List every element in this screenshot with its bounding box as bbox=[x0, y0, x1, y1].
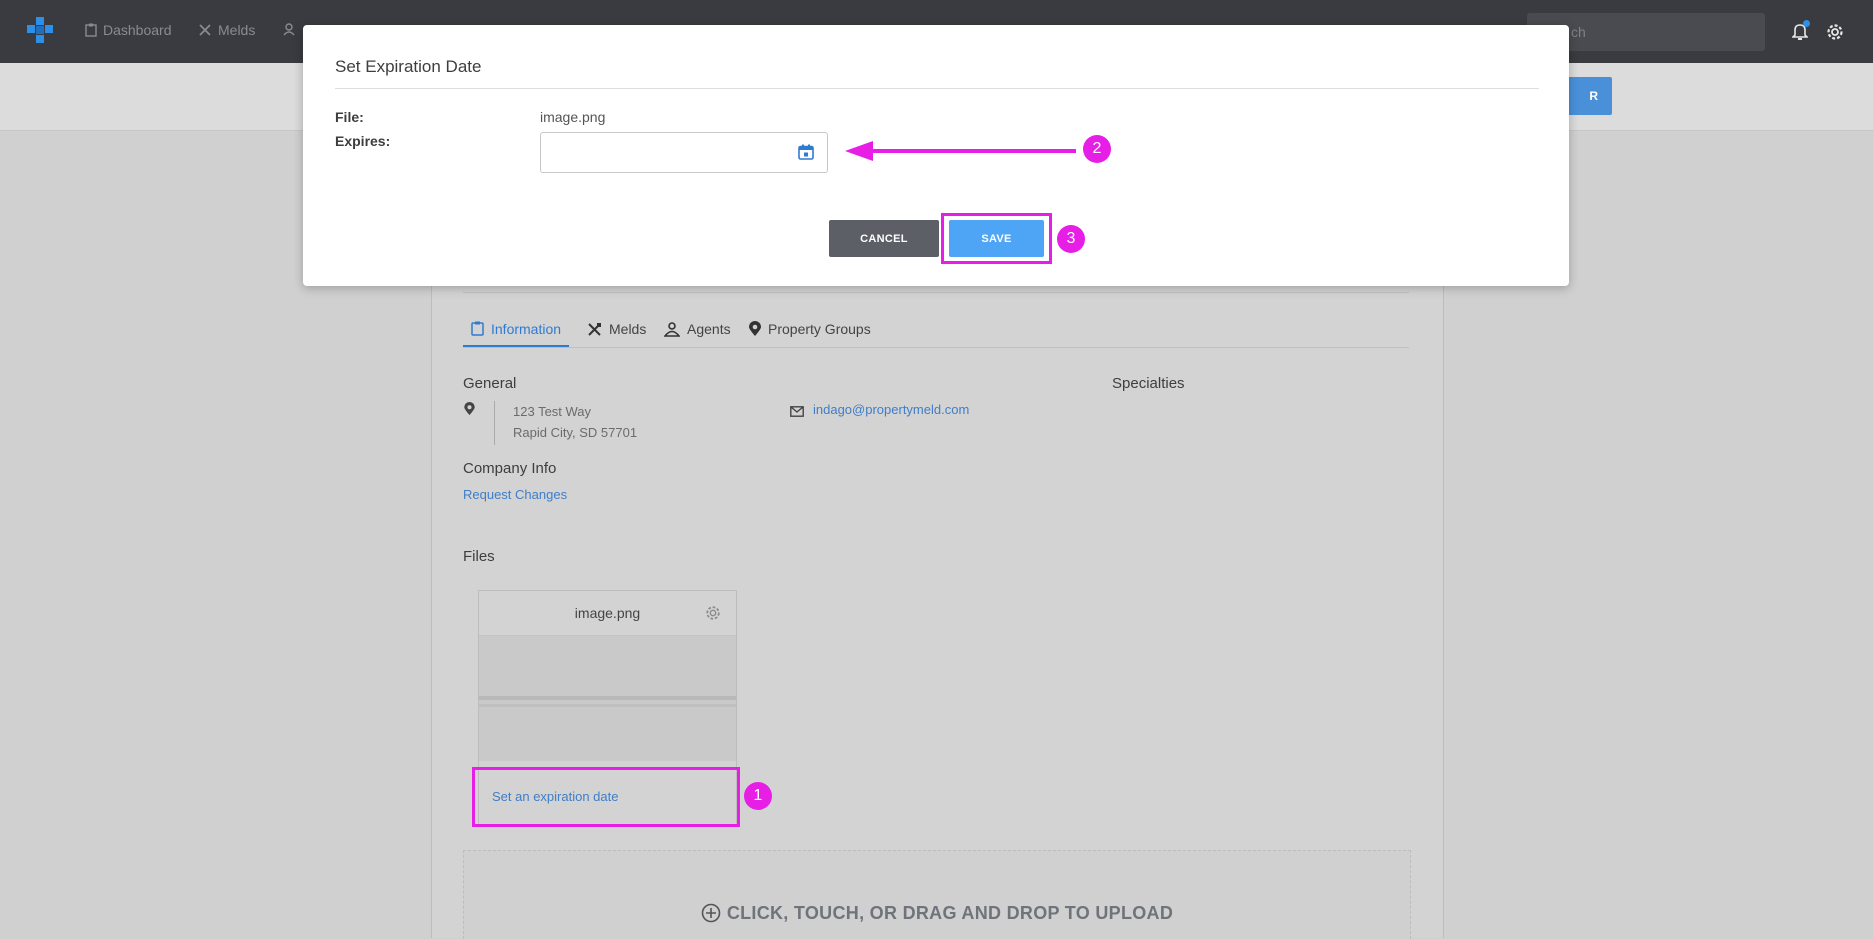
cancel-button[interactable]: CANCEL bbox=[829, 220, 939, 257]
upload-label: CLICK, TOUCH, OR DRAG AND DROP TO UPLOAD bbox=[726, 903, 1174, 923]
general-heading: General bbox=[463, 375, 517, 392]
file-name: image.png bbox=[574, 605, 641, 621]
upload-dropzone[interactable]: CLICK, TOUCH, OR DRAG AND DROP TO UPLOAD bbox=[463, 850, 1411, 939]
location-pin-icon bbox=[464, 402, 475, 416]
annotation-step-2: 2 bbox=[1083, 135, 1111, 163]
nav-item-partial[interactable] bbox=[283, 22, 295, 36]
annotation-step-1: 1 bbox=[744, 782, 772, 810]
annotation-step-3: 3 bbox=[1057, 225, 1085, 253]
user-icon bbox=[283, 23, 295, 36]
tab-property-groups[interactable]: Property Groups bbox=[749, 312, 871, 346]
expires-date-input[interactable] bbox=[549, 141, 783, 167]
nav-item-melds[interactable]: Melds bbox=[198, 22, 255, 38]
calendar-icon[interactable] bbox=[798, 144, 814, 160]
gear-icon[interactable] bbox=[705, 605, 721, 621]
tab-melds[interactable]: Melds bbox=[587, 312, 646, 346]
clipboard-icon bbox=[471, 321, 484, 336]
specialties-heading: Specialties bbox=[1112, 375, 1185, 392]
nav-item-dashboard[interactable]: Dashboard bbox=[85, 22, 172, 38]
annotation-highlight-3 bbox=[941, 213, 1052, 264]
thumbnail-detail bbox=[479, 704, 736, 707]
file-value: image.png bbox=[540, 109, 606, 125]
tab-agents[interactable]: Agents bbox=[664, 312, 731, 346]
file-card-header: image.png bbox=[479, 591, 736, 636]
address-divider bbox=[494, 401, 495, 445]
agents-icon bbox=[664, 321, 680, 337]
set-expiration-modal: Set Expiration Date File: image.png Expi… bbox=[303, 25, 1569, 286]
tab-label: Information bbox=[491, 320, 562, 337]
notification-dot bbox=[1803, 20, 1810, 27]
expires-label: Expires: bbox=[335, 133, 391, 149]
address-line-1: 123 Test Way bbox=[513, 404, 592, 419]
tab-information[interactable]: Information bbox=[463, 312, 570, 347]
tab-label: Agents bbox=[687, 321, 731, 337]
gear-icon[interactable] bbox=[1826, 23, 1844, 41]
tab-label: Property Groups bbox=[768, 321, 871, 337]
files-heading: Files bbox=[463, 548, 495, 565]
upload-label-row: CLICK, TOUCH, OR DRAG AND DROP TO UPLOAD bbox=[464, 903, 1410, 924]
file-thumbnail[interactable] bbox=[479, 636, 736, 761]
tools-icon bbox=[588, 322, 601, 336]
expires-date-field[interactable] bbox=[540, 132, 828, 173]
nav-item-label: Melds bbox=[218, 22, 256, 38]
tab-bar: Information Melds Agents Property Groups bbox=[463, 312, 1409, 348]
nav-item-label: Dashboard bbox=[103, 22, 172, 38]
annotation-arrow-2 bbox=[845, 141, 1076, 161]
company-info-heading: Company Info bbox=[463, 460, 557, 477]
modal-divider bbox=[335, 88, 1539, 89]
tab-label: Melds bbox=[609, 321, 647, 337]
modal-title: Set Expiration Date bbox=[335, 57, 482, 76]
clipboard-icon bbox=[85, 23, 97, 37]
plus-circle-icon bbox=[701, 903, 721, 923]
address-line-2: Rapid City, SD 57701 bbox=[513, 425, 638, 440]
request-changes-link[interactable]: Request Changes bbox=[463, 487, 567, 502]
annotation-highlight-1 bbox=[472, 767, 740, 827]
file-label: File: bbox=[335, 109, 364, 125]
envelope-icon bbox=[790, 406, 804, 417]
divider bbox=[463, 292, 1409, 293]
tools-icon bbox=[199, 24, 211, 36]
app-logo[interactable] bbox=[27, 17, 53, 43]
thumbnail-detail bbox=[479, 696, 736, 700]
header-action-label: R bbox=[1589, 89, 1598, 103]
email-link[interactable]: indago@propertymeld.com bbox=[813, 402, 969, 417]
location-pin-icon bbox=[749, 321, 761, 336]
search-text: ch bbox=[1571, 24, 1586, 40]
